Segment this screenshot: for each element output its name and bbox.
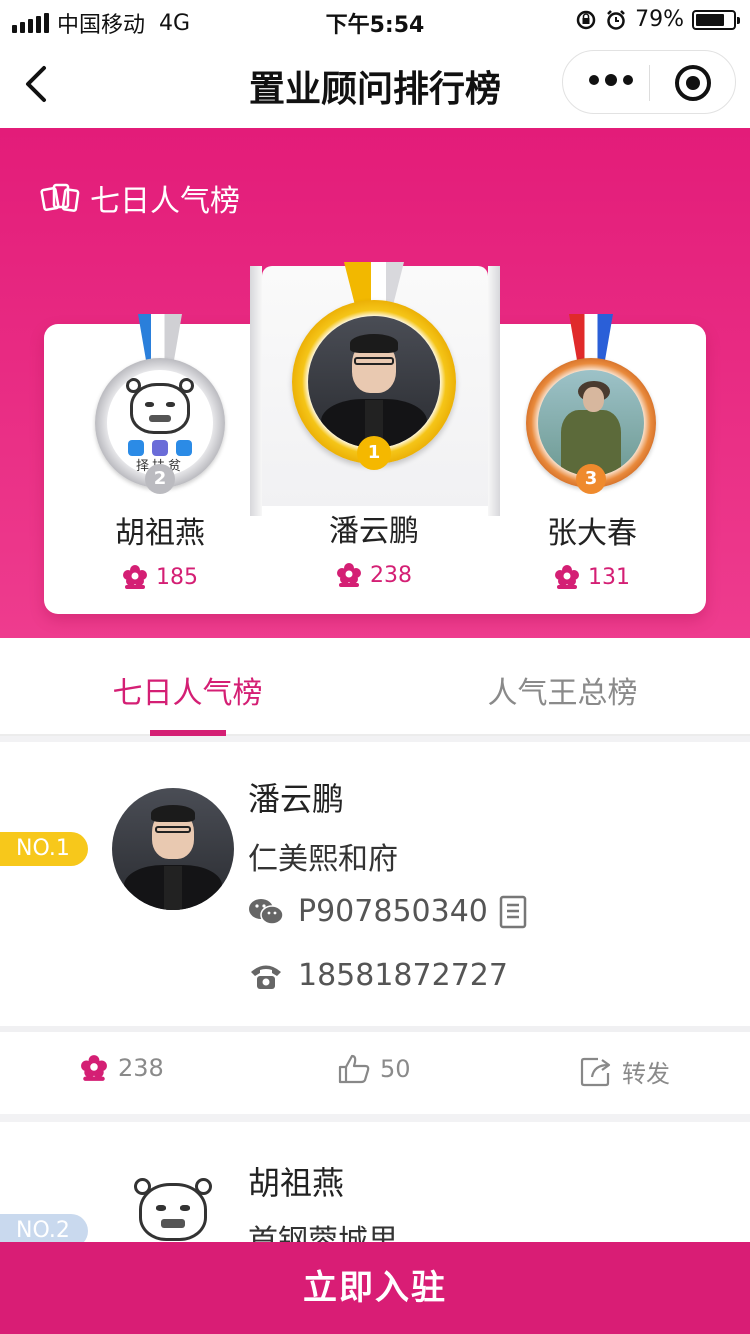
medal-second[interactable]: 择扶贫 2 bbox=[95, 314, 225, 494]
ranking-cards-icon bbox=[40, 183, 80, 212]
rank-tag: NO.2 bbox=[0, 1214, 88, 1242]
close-program-icon[interactable] bbox=[675, 65, 711, 101]
thumbs-up-icon bbox=[338, 1054, 370, 1084]
tab-all-time[interactable]: 人气王总榜 bbox=[375, 668, 750, 712]
podium-score-third: 131 bbox=[482, 564, 702, 590]
flower-icon bbox=[555, 565, 579, 589]
ranking-tabs: 七日人气榜 人气王总榜 bbox=[0, 638, 750, 736]
avatar bbox=[308, 316, 440, 448]
flower-icon bbox=[123, 565, 147, 589]
advisor-card[interactable]: NO.2 胡祖燕 首钢蓉城里 bbox=[0, 1122, 750, 1242]
avatar[interactable] bbox=[112, 1168, 234, 1242]
avatar: 择扶贫 bbox=[107, 370, 213, 476]
advisor-info: NO.1 潘云鹏 仁美熙和府 P907850340 18581872727 bbox=[0, 742, 750, 1028]
rank-badge: 3 bbox=[576, 464, 606, 494]
advisor-stats: 238 50 转发 bbox=[0, 1026, 750, 1114]
flower-icon bbox=[81, 1055, 107, 1081]
podium-name-third: 张大春 bbox=[547, 516, 637, 551]
advisor-project: 首钢蓉城里 bbox=[248, 1224, 398, 1242]
podium-name-first: 潘云鹏 bbox=[329, 514, 419, 549]
copy-icon[interactable] bbox=[498, 895, 530, 929]
share-icon bbox=[580, 1057, 611, 1086]
advisor-wechat: P907850340 bbox=[248, 894, 530, 929]
medal-first[interactable]: 1 bbox=[292, 262, 456, 470]
capsule-divider bbox=[649, 65, 650, 101]
wechat-icon bbox=[249, 898, 284, 925]
flower-count[interactable]: 238 bbox=[80, 1054, 164, 1082]
rank-tag: NO.1 bbox=[0, 832, 88, 866]
podium-score-second: 185 bbox=[50, 564, 270, 590]
podium-score-first: 238 bbox=[264, 562, 484, 588]
rotation-lock-icon bbox=[576, 10, 596, 29]
medal-third[interactable]: 3 bbox=[526, 314, 656, 494]
alarm-icon bbox=[607, 9, 625, 30]
battery-icon bbox=[692, 9, 740, 30]
tab-weekly[interactable]: 七日人气榜 bbox=[0, 668, 375, 712]
avatar bbox=[538, 370, 644, 476]
avatar[interactable] bbox=[112, 788, 234, 910]
rank-badge: 1 bbox=[357, 436, 391, 470]
share-button[interactable]: 转发 bbox=[580, 1054, 670, 1089]
advisor-name: 潘云鹏 bbox=[248, 780, 345, 818]
podium-name-second: 胡祖燕 bbox=[115, 516, 205, 551]
advisor-card[interactable]: NO.1 潘云鹏 仁美熙和府 P907850340 18581872727 23… bbox=[0, 742, 750, 1114]
mini-program-capsule bbox=[562, 50, 736, 114]
status-bar: 中国移动 4G 下午5:54 79% bbox=[0, 0, 750, 42]
nav-bar: 置业顾问排行榜 bbox=[0, 42, 750, 128]
flower-icon bbox=[337, 563, 361, 587]
battery-percent: 79% bbox=[635, 7, 684, 32]
rank-badge: 2 bbox=[145, 464, 175, 494]
join-now-button[interactable]: 立即入驻 bbox=[0, 1242, 750, 1334]
hero-section-title: 七日人气榜 bbox=[40, 176, 240, 220]
tab-indicator bbox=[150, 730, 226, 736]
like-button[interactable]: 50 bbox=[338, 1054, 411, 1084]
advisor-name: 胡祖燕 bbox=[248, 1164, 345, 1202]
advisor-project: 仁美熙和府 bbox=[248, 842, 398, 877]
advisor-phone[interactable]: 18581872727 bbox=[248, 958, 508, 993]
hero-banner: 七日人气榜 择扶贫 2 胡祖燕 185 1 潘云鹏 bbox=[0, 128, 750, 638]
phone-icon bbox=[251, 965, 281, 989]
more-icon[interactable] bbox=[589, 74, 633, 86]
